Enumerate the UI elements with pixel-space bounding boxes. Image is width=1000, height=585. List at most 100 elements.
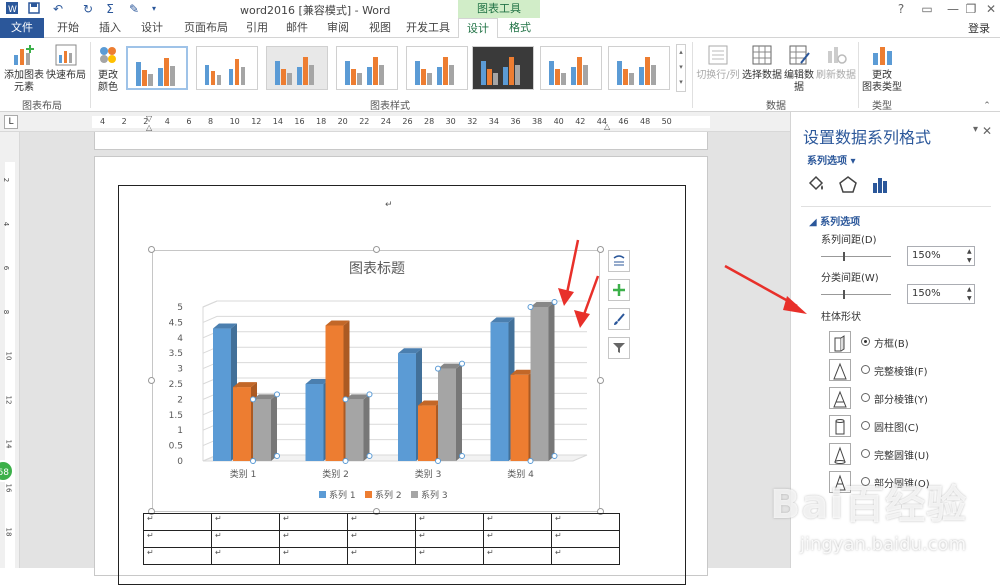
shape-option-partial-pyramid[interactable]: 部分棱锥(Y)	[829, 387, 969, 409]
table-cell[interactable]: ↵	[279, 513, 348, 531]
switch-row-column-button[interactable]: 切换行/列	[694, 42, 742, 82]
table-cell[interactable]: ↵	[551, 547, 620, 565]
table-cell[interactable]: ↵	[483, 547, 552, 565]
redo-icon[interactable]: ↻	[80, 1, 96, 17]
shape-label-cylinder: 圆柱图(C)	[874, 423, 919, 434]
resize-handle[interactable]	[148, 246, 155, 253]
tab-references[interactable]: 引用	[240, 18, 274, 38]
chart-style-8[interactable]	[608, 46, 670, 90]
table-cell[interactable]: ↵	[279, 547, 348, 565]
table-cell[interactable]: ↵	[347, 547, 416, 565]
close-icon[interactable]: ✕	[978, 1, 1000, 17]
customize-qat-icon[interactable]: ▾	[146, 1, 162, 17]
shape-radio-full-pyramid[interactable]	[861, 365, 870, 374]
table-cell[interactable]: ↵	[415, 530, 484, 548]
refresh-data-button[interactable]: 刷新数据	[816, 42, 856, 82]
table-cell[interactable]: ↵	[415, 547, 484, 565]
table-cell[interactable]: ↵	[415, 513, 484, 531]
chart-style-6[interactable]	[472, 46, 534, 90]
indent-marker-icon[interactable]: ▽ △	[146, 114, 152, 132]
resize-handle[interactable]	[597, 377, 604, 384]
vruler-number: 10	[4, 351, 13, 361]
tab-page-layout[interactable]: 页面布局	[178, 18, 234, 38]
gap-depth-spinner[interactable]: ▲ ▼	[967, 247, 975, 265]
gap-depth-slider[interactable]	[821, 252, 891, 261]
format-icon[interactable]: ✎	[126, 1, 142, 17]
right-indent-icon[interactable]: △	[604, 122, 610, 131]
close-pane-icon[interactable]: ✕	[982, 124, 992, 138]
table-cell[interactable]: ↵	[211, 513, 280, 531]
gap-depth-input[interactable]: 150%	[907, 246, 975, 266]
resize-handle[interactable]	[148, 377, 155, 384]
effects-icon[interactable]	[837, 174, 859, 196]
gap-width-input[interactable]: 150%	[907, 284, 975, 304]
gap-width-spinner[interactable]: ▲ ▼	[967, 285, 975, 303]
document-table[interactable]: ↵ ↵ ↵ ↵ ↵ ↵ ↵ ↵ ↵ ↵ ↵ ↵ ↵ ↵ ↵ ↵ ↵ ↵ ↵ ↵ ↵	[143, 513, 620, 565]
table-cell[interactable]: ↵	[551, 530, 620, 548]
series-options-dropdown[interactable]: 系列选项 ▾	[807, 152, 856, 167]
chart-object[interactable]: 图表标题 0 0.5 1 1.5 2 2.5 3 3.5 4 4.5 5 类别 1 类别 2 类别 3 类别 …	[152, 250, 600, 512]
table-cell[interactable]: ↵	[211, 547, 280, 565]
shape-option-full-pyramid[interactable]: 完整棱锥(F)	[829, 359, 969, 381]
table-cell[interactable]: ↵	[347, 530, 416, 548]
shape-radio-full-cone[interactable]	[861, 449, 870, 458]
edit-data-button[interactable]: 编辑数 据	[782, 42, 816, 94]
undo-icon[interactable]: ↶	[50, 1, 66, 17]
horizontal-ruler[interactable]: L 4 2 2 4 6 8 10 12 14 16 18 20 22 24 26 28 30 32 34 36 38 40…	[0, 112, 790, 132]
tab-selector[interactable]: L	[4, 115, 18, 129]
table-cell[interactable]: ↵	[347, 513, 416, 531]
chart-style-4[interactable]	[336, 46, 398, 90]
table-cell[interactable]: ↵	[143, 530, 212, 548]
pane-options-icon[interactable]: ▾	[973, 124, 978, 135]
shape-radio-cylinder[interactable]	[861, 421, 870, 430]
tab-mailings[interactable]: 邮件	[280, 18, 314, 38]
help-icon[interactable]: ?	[888, 1, 914, 17]
shape-radio-box[interactable]	[861, 337, 870, 346]
gap-depth-slider-knob[interactable]	[843, 252, 845, 261]
shape-option-full-cone[interactable]: 完整圆锥(U)	[829, 443, 969, 465]
gap-width-slider-knob[interactable]	[843, 290, 845, 299]
tab-chart-design[interactable]: 设计	[458, 18, 498, 39]
chart-style-7[interactable]	[540, 46, 602, 90]
tab-chart-format[interactable]: 格式	[500, 18, 540, 38]
shape-option-cylinder[interactable]: 圆柱图(C)	[829, 415, 969, 437]
annotation-arrow	[724, 264, 807, 314]
change-chart-type-button[interactable]: 更改 图表类型	[860, 42, 904, 94]
table-cell[interactable]: ↵	[483, 513, 552, 531]
tab-review[interactable]: 审阅	[320, 18, 356, 38]
table-cell[interactable]: ↵	[483, 530, 552, 548]
table-cell[interactable]: ↵	[279, 530, 348, 548]
table-cell[interactable]: ↵	[143, 547, 212, 565]
chart-style-2[interactable]	[196, 46, 258, 90]
tab-insert[interactable]: 插入	[92, 18, 128, 38]
tab-design-doc[interactable]: 设计	[134, 18, 170, 38]
series-options-section[interactable]: ◢ 系列选项	[809, 213, 860, 228]
fill-line-icon[interactable]	[805, 174, 827, 196]
add-chart-element-button[interactable]: 添加图表 元素	[2, 42, 46, 94]
chart-style-3[interactable]	[266, 46, 328, 90]
chart-style-1[interactable]	[126, 46, 188, 90]
word-icon[interactable]: W	[4, 1, 20, 17]
tab-home[interactable]: 开始	[50, 18, 86, 38]
tab-developer[interactable]: 开发工具	[402, 18, 454, 38]
resize-handle[interactable]	[373, 246, 380, 253]
table-cell[interactable]: ↵	[143, 513, 212, 531]
table-cell[interactable]: ↵	[211, 530, 280, 548]
change-colors-button[interactable]: 更改 颜色	[92, 42, 124, 94]
vertical-ruler[interactable]: 2 4 6 8 10 12 14 16 18	[0, 132, 20, 568]
sigma-icon[interactable]: Σ	[102, 1, 118, 17]
shape-radio-partial-pyramid[interactable]	[861, 393, 870, 402]
select-data-button[interactable]: 选择数据	[742, 42, 782, 82]
gap-width-slider[interactable]	[821, 290, 891, 299]
shape-option-box[interactable]: 方框(B)	[829, 331, 969, 353]
tab-view[interactable]: 视图	[362, 18, 398, 38]
chart-style-5[interactable]	[406, 46, 468, 90]
ribbon-display-icon[interactable]: ▭	[914, 1, 940, 17]
styles-gallery-scroll[interactable]: ▴ ▾ ▾	[676, 44, 686, 92]
save-icon[interactable]	[26, 1, 42, 17]
table-cell[interactable]: ↵	[551, 513, 620, 531]
quick-layout-button[interactable]: 快速布局	[46, 42, 86, 82]
series-options-icon[interactable]	[869, 174, 891, 196]
login-link[interactable]: 登录	[968, 20, 990, 36]
tab-file[interactable]: 文件	[0, 18, 44, 38]
